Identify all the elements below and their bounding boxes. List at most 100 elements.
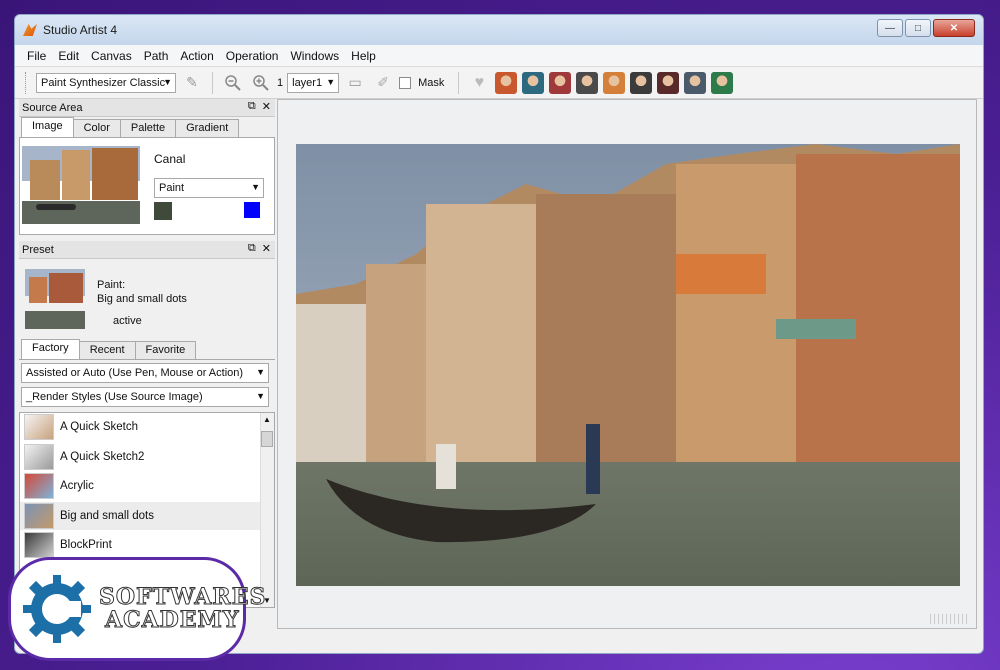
- source-mode-value: Paint: [159, 182, 185, 194]
- float-panel-icon[interactable]: ⧉: [248, 100, 256, 113]
- scroll-thumb[interactable]: [261, 431, 273, 447]
- mask-checkbox[interactable]: [399, 76, 412, 89]
- tab-color[interactable]: Color: [72, 119, 121, 137]
- menu-help[interactable]: Help: [345, 49, 382, 63]
- close-panel-icon[interactable]: ✕: [262, 100, 271, 113]
- layer-select[interactable]: layer1 ▼: [287, 72, 340, 93]
- scroll-up-icon[interactable]: ▲: [263, 415, 271, 424]
- zoom-in-icon[interactable]: [249, 72, 273, 94]
- tab-favorite[interactable]: Favorite: [134, 341, 197, 359]
- preset-thumbnail: [24, 502, 54, 529]
- logo-line-2: ACADEMY: [104, 607, 240, 633]
- preset-type: Paint:: [97, 279, 126, 291]
- source-area-body: Canal Paint ▼: [19, 137, 275, 235]
- list-item-label: BlockPrint: [60, 539, 112, 552]
- toolbar: Paint Synthesizer Classic ▼ ✎ 1 layer1 ▼…: [15, 67, 983, 99]
- preset-avatar-6[interactable]: [630, 71, 653, 94]
- heart-icon[interactable]: ♥: [467, 72, 491, 94]
- list-item[interactable]: A Quick Sketch2: [20, 443, 260, 472]
- tab-palette[interactable]: Palette: [119, 119, 177, 137]
- list-item[interactable]: Acrylic: [20, 472, 260, 502]
- preset-avatar-4[interactable]: [576, 71, 599, 94]
- tab-factory[interactable]: Factory: [21, 339, 80, 359]
- list-item-label: Big and small dots: [60, 509, 154, 522]
- color-swatch-secondary[interactable]: [244, 202, 260, 218]
- layer-number: 1: [277, 76, 284, 89]
- preset-thumbnail: [24, 532, 54, 559]
- preset-name: Big and small dots: [97, 293, 187, 305]
- list-item[interactable]: A Quick Sketch: [20, 413, 260, 443]
- layer-minus-icon[interactable]: ▭: [343, 72, 367, 94]
- eraser-icon[interactable]: ✎: [180, 72, 204, 94]
- preset-header: Preset ⧉ ✕: [19, 241, 275, 259]
- source-mode-select[interactable]: Paint ▼: [154, 178, 264, 198]
- menu-path[interactable]: Path: [138, 49, 175, 63]
- brush-icon[interactable]: ✐: [371, 72, 395, 94]
- toolbar-divider: [212, 71, 213, 94]
- menu-canvas[interactable]: Canvas: [85, 49, 138, 63]
- chevron-down-icon: ▼: [256, 391, 265, 401]
- float-panel-icon[interactable]: ⧉: [248, 242, 256, 255]
- list-item-label: A Quick Sketch2: [60, 450, 145, 463]
- chevron-down-icon: ▼: [251, 182, 260, 192]
- close-button[interactable]: ✕: [933, 19, 975, 37]
- preset-thumbnail: [24, 473, 54, 500]
- source-image-name: Canal: [154, 152, 186, 166]
- title-bar: Studio Artist 4 — □ ✕: [15, 15, 983, 45]
- preset-thumbnail: [24, 414, 54, 441]
- tab-recent[interactable]: Recent: [78, 341, 136, 359]
- menu-bar: File Edit Canvas Path Action Operation W…: [15, 45, 983, 67]
- preset-avatar-3[interactable]: [549, 71, 572, 94]
- category-select-value: Assisted or Auto (Use Pen, Mouse or Acti…: [26, 367, 244, 379]
- menu-file[interactable]: File: [21, 49, 52, 63]
- preset-title: Preset: [22, 243, 54, 256]
- list-item-label: Acrylic: [60, 480, 94, 493]
- menu-operation[interactable]: Operation: [220, 49, 285, 63]
- close-panel-icon[interactable]: ✕: [262, 242, 271, 255]
- color-swatch-primary[interactable]: [154, 202, 172, 220]
- softwares-academy-logo: SOFTWARES ACADEMY: [8, 557, 266, 661]
- toolbar-divider: [458, 71, 460, 94]
- list-scrollbar[interactable]: ▲ ▼: [260, 413, 274, 607]
- mask-label: Mask: [418, 76, 445, 89]
- list-item-label: A Quick Sketch: [60, 421, 138, 434]
- chevron-down-icon: ▼: [326, 76, 336, 87]
- tab-gradient[interactable]: Gradient: [175, 119, 240, 137]
- synthesizer-select[interactable]: Paint Synthesizer Classic ▼: [36, 72, 176, 93]
- style-select[interactable]: _Render Styles (Use Source Image) ▼: [21, 387, 269, 407]
- preset-avatar-8[interactable]: [684, 71, 707, 94]
- preset-avatar-1[interactable]: [495, 71, 518, 94]
- preset-avatar-7[interactable]: [657, 71, 680, 94]
- zoom-out-icon[interactable]: [221, 72, 245, 94]
- style-select-value: _Render Styles (Use Source Image): [26, 391, 203, 403]
- canvas-area[interactable]: [277, 99, 977, 629]
- chevron-down-icon: ▼: [256, 367, 265, 377]
- window-title: Studio Artist 4: [43, 23, 118, 37]
- layer-select-value: layer1: [292, 76, 323, 89]
- app-logo-icon: [23, 24, 37, 36]
- maximize-button[interactable]: □: [905, 19, 931, 37]
- preset-avatar-9[interactable]: [711, 71, 734, 94]
- preset-thumbnail: [24, 443, 54, 470]
- preset-avatar-2[interactable]: [522, 71, 545, 94]
- menu-action[interactable]: Action: [174, 49, 219, 63]
- logo-line-1: SOFTWARES: [98, 583, 267, 610]
- preset-thumbnails: [495, 71, 738, 94]
- list-item[interactable]: Big and small dots: [20, 501, 260, 531]
- menu-edit[interactable]: Edit: [52, 49, 85, 63]
- toolbar-grip[interactable]: [25, 71, 28, 94]
- source-image-thumbnail[interactable]: [22, 146, 140, 224]
- category-select[interactable]: Assisted or Auto (Use Pen, Mouse or Acti…: [21, 363, 269, 383]
- resize-grip-icon[interactable]: [930, 614, 970, 624]
- minimize-button[interactable]: —: [877, 19, 903, 37]
- synthesizer-select-value: Paint Synthesizer Classic: [41, 76, 166, 89]
- source-area-header: Source Area ⧉ ✕: [19, 99, 275, 117]
- preset-info: Paint: Big and small dots active: [19, 259, 275, 339]
- menu-windows[interactable]: Windows: [284, 49, 345, 63]
- source-area-title: Source Area: [22, 101, 83, 114]
- canvas-painting[interactable]: [296, 144, 960, 586]
- preset-thumbnail: [25, 269, 85, 329]
- tab-image[interactable]: Image: [21, 117, 74, 137]
- preset-status: active: [113, 315, 142, 327]
- preset-avatar-5[interactable]: [603, 71, 626, 94]
